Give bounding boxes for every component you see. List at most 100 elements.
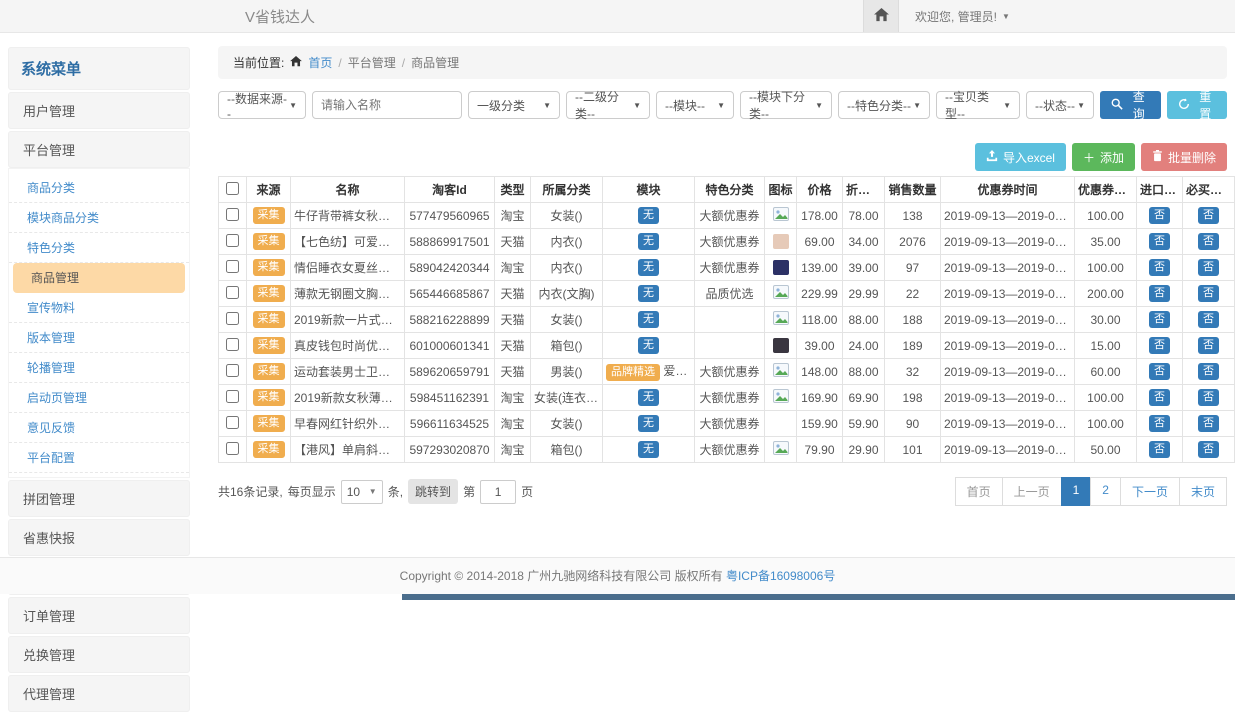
row-checkbox[interactable] bbox=[226, 286, 239, 299]
search-button[interactable]: 查询 bbox=[1100, 91, 1161, 119]
filter-level1-category-select[interactable]: 一级分类▼ bbox=[468, 91, 560, 119]
import-excel-button[interactable]: 导入excel bbox=[975, 143, 1066, 171]
imported-toggle-badge[interactable]: 否 bbox=[1149, 363, 1170, 380]
row-checkbox[interactable] bbox=[226, 260, 239, 273]
sidebar-item[interactable]: 订单管理 bbox=[8, 597, 190, 634]
row-checkbox[interactable] bbox=[226, 208, 239, 221]
row-checkbox[interactable] bbox=[226, 442, 239, 455]
must-buy-toggle-badge[interactable]: 否 bbox=[1198, 337, 1219, 354]
must-buy-toggle-badge[interactable]: 否 bbox=[1198, 311, 1219, 328]
row-checkbox[interactable] bbox=[226, 312, 239, 325]
imported-cell: 否 bbox=[1137, 255, 1183, 281]
module-badge[interactable]: 无 bbox=[638, 233, 659, 250]
sidebar-item[interactable]: 省惠快报 bbox=[8, 519, 190, 556]
must-buy-toggle-badge[interactable]: 否 bbox=[1198, 363, 1219, 380]
select-all-checkbox[interactable] bbox=[226, 182, 239, 195]
module-badge[interactable]: 无 bbox=[638, 285, 659, 302]
reset-button[interactable]: 重置 bbox=[1167, 91, 1228, 119]
row-checkbox[interactable] bbox=[226, 416, 239, 429]
sidebar-subitem[interactable]: 特色分类 bbox=[9, 233, 189, 263]
column-header: 淘客Id bbox=[405, 177, 495, 203]
add-button[interactable]: ＋ 添加 bbox=[1072, 143, 1135, 171]
module-badge[interactable]: 品牌精选 bbox=[606, 364, 660, 381]
imported-toggle-badge[interactable]: 否 bbox=[1149, 259, 1170, 276]
sidebar-subitem[interactable]: 轮播管理 bbox=[9, 353, 189, 383]
imported-toggle-badge[interactable]: 否 bbox=[1149, 233, 1170, 250]
filter-data-source-select[interactable]: --数据来源--▼ bbox=[218, 91, 306, 119]
sidebar-subitem[interactable]: 意见反馈 bbox=[9, 413, 189, 443]
sidebar-subitem[interactable]: 启动页管理 bbox=[9, 383, 189, 413]
sidebar-subitem[interactable]: 版本管理 bbox=[9, 323, 189, 353]
page-size-select[interactable]: 10 ▼ bbox=[341, 480, 383, 504]
name-search-input[interactable] bbox=[312, 91, 462, 119]
home-button[interactable] bbox=[863, 0, 899, 32]
sidebar-item[interactable]: 平台管理 bbox=[8, 131, 190, 168]
batch-delete-button[interactable]: 批量删除 bbox=[1141, 143, 1227, 171]
must-buy-toggle-badge[interactable]: 否 bbox=[1198, 233, 1219, 250]
user-menu[interactable]: 欢迎您, 管理员! ▼ bbox=[899, 8, 1026, 25]
sidebar-item[interactable]: 兑换管理 bbox=[8, 636, 190, 673]
imported-toggle-badge[interactable]: 否 bbox=[1149, 389, 1170, 406]
imported-toggle-badge[interactable]: 否 bbox=[1149, 415, 1170, 432]
table-body: 采集牛仔背带裤女秋装减龄...577479560965淘宝女装()无大额优惠券1… bbox=[219, 203, 1235, 463]
filter-level2-category-select[interactable]: --二级分类--▼ bbox=[566, 91, 650, 119]
sidebar-subitem[interactable]: 宣传物料 bbox=[9, 293, 189, 323]
module-badge[interactable]: 无 bbox=[638, 337, 659, 354]
sidebar-subitem[interactable]: 模块商品分类 bbox=[9, 203, 189, 233]
module-badge[interactable]: 无 bbox=[638, 259, 659, 276]
sidebar-subitem[interactable]: 商品分类 bbox=[9, 173, 189, 203]
coupon-amount-cell: 60.00 bbox=[1075, 359, 1137, 385]
pager-button[interactable]: 上一页 bbox=[1002, 477, 1062, 506]
imported-toggle-badge[interactable]: 否 bbox=[1149, 207, 1170, 224]
row-checkbox[interactable] bbox=[226, 364, 239, 377]
pager-button[interactable]: 下一页 bbox=[1120, 477, 1180, 506]
must-buy-toggle-badge[interactable]: 否 bbox=[1198, 207, 1219, 224]
coupon-time-cell: 2019-09-13—2019-09-17 bbox=[941, 411, 1075, 437]
must-buy-toggle-badge[interactable]: 否 bbox=[1198, 285, 1219, 302]
product-name-cell: 情侣睡衣女夏丝绸男士... bbox=[291, 255, 405, 281]
must-buy-toggle-badge[interactable]: 否 bbox=[1198, 389, 1219, 406]
filter-module-subcategory-select[interactable]: --模块下分类--▼ bbox=[740, 91, 832, 119]
type-cell: 天猫 bbox=[495, 229, 531, 255]
module-badge[interactable]: 无 bbox=[638, 207, 659, 224]
bottom-scrollbar[interactable] bbox=[402, 594, 1235, 600]
products-table: 来源名称淘客Id类型所属分类模块特色分类图标价格折后价销售数量优惠券时间优惠券金… bbox=[218, 176, 1235, 463]
must-buy-toggle-badge[interactable]: 否 bbox=[1198, 441, 1219, 458]
module-badge[interactable]: 无 bbox=[638, 441, 659, 458]
pager-button[interactable]: 1 bbox=[1061, 477, 1092, 506]
module-badge[interactable]: 无 bbox=[638, 415, 659, 432]
imported-toggle-badge[interactable]: 否 bbox=[1149, 285, 1170, 302]
filter-item-type-select[interactable]: --宝贝类型--▼ bbox=[936, 91, 1020, 119]
chevron-down-icon: ▼ bbox=[1002, 12, 1010, 21]
pager-button[interactable]: 末页 bbox=[1179, 477, 1227, 506]
must-buy-toggle-badge[interactable]: 否 bbox=[1198, 259, 1219, 276]
pager-button[interactable]: 2 bbox=[1090, 477, 1121, 506]
sidebar-item[interactable]: 代理管理 bbox=[8, 675, 190, 712]
icon-cell bbox=[765, 203, 797, 229]
row-checkbox[interactable] bbox=[226, 234, 239, 247]
filter-feature-category-select[interactable]: --特色分类--▼ bbox=[838, 91, 930, 119]
breadcrumb-home-link[interactable]: 首页 bbox=[308, 54, 332, 71]
sidebar-subitem[interactable]: 平台配置 bbox=[9, 443, 189, 473]
row-checkbox[interactable] bbox=[226, 390, 239, 403]
feature-category-cell bbox=[695, 333, 765, 359]
product-name-cell: 2019新款一片式系... bbox=[291, 307, 405, 333]
imported-toggle-badge[interactable]: 否 bbox=[1149, 441, 1170, 458]
column-header: 进口优选 bbox=[1137, 177, 1183, 203]
row-checkbox[interactable] bbox=[226, 338, 239, 351]
module-badge[interactable]: 无 bbox=[638, 311, 659, 328]
jump-button[interactable]: 跳转到 bbox=[408, 479, 458, 504]
must-buy-cell: 否 bbox=[1183, 307, 1235, 333]
icp-link[interactable]: 粤ICP备16098006号 bbox=[726, 569, 835, 583]
sidebar-subitem[interactable]: 商品管理 bbox=[13, 263, 185, 293]
imported-toggle-badge[interactable]: 否 bbox=[1149, 337, 1170, 354]
pager-button[interactable]: 首页 bbox=[955, 477, 1003, 506]
module-badge[interactable]: 无 bbox=[638, 389, 659, 406]
imported-toggle-badge[interactable]: 否 bbox=[1149, 311, 1170, 328]
page-number-input[interactable] bbox=[480, 480, 516, 504]
sidebar-item[interactable]: 用户管理 bbox=[8, 92, 190, 129]
filter-status-select[interactable]: --状态--▼ bbox=[1026, 91, 1094, 119]
sidebar-item[interactable]: 拼团管理 bbox=[8, 480, 190, 517]
filter-module-select[interactable]: --模块--▼ bbox=[656, 91, 734, 119]
must-buy-toggle-badge[interactable]: 否 bbox=[1198, 415, 1219, 432]
